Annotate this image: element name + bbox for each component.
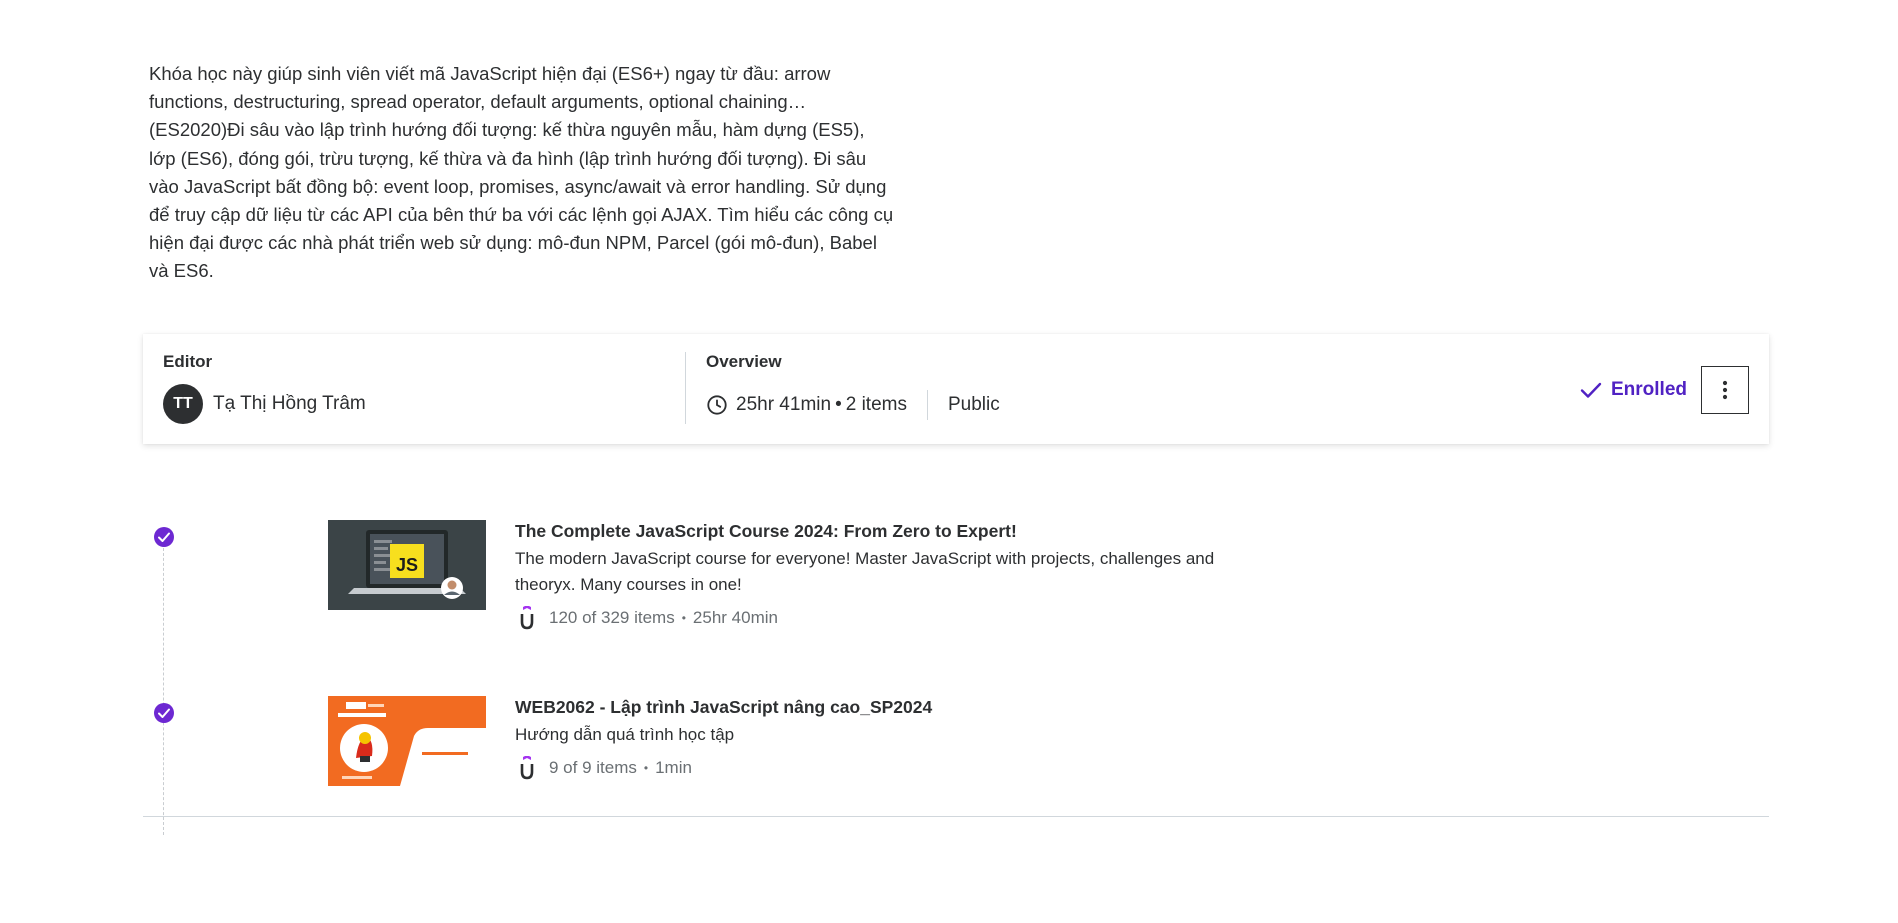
more-vertical-icon	[1722, 380, 1728, 400]
course-duration: 25hr 40min	[692, 608, 778, 627]
course-stats: 120 of 329 items • 25hr 40min	[515, 606, 1275, 630]
enrolled-button[interactable]: Enrolled	[1579, 378, 1687, 402]
course-item[interactable]: WEB2062 - Lập trình JavaScript nâng cao_…	[143, 696, 1769, 816]
course-description: Hướng dẫn quá trình học tập	[515, 725, 735, 744]
visibility-divider	[926, 390, 928, 420]
check-icon	[1580, 382, 1602, 398]
item-count: 2 items	[845, 394, 907, 415]
overview-row: 25hr 41min • 2 items Public	[706, 390, 1000, 420]
js-logo-text: JS	[396, 555, 418, 575]
course-stats: 9 of 9 items • 1min	[515, 756, 1275, 780]
avatar: TT	[163, 384, 203, 424]
clock-icon	[707, 395, 727, 415]
collection-description: Khóa học này giúp sinh viên viết mã Java…	[149, 63, 894, 282]
udemy-u-icon	[520, 606, 534, 630]
collection-meta-card: Editor TT Tạ Thị Hồng Trâm Overview 25hr…	[143, 334, 1769, 444]
editor-row: TT Tạ Thị Hồng Trâm	[163, 384, 366, 424]
editor-section: Editor TT Tạ Thị Hồng Trâm	[163, 352, 366, 424]
meta-divider	[685, 352, 686, 424]
editor-name: Tạ Thị Hồng Trâm	[213, 393, 366, 414]
stat-separator: •	[643, 761, 649, 775]
check-circle-icon	[154, 527, 174, 547]
enrolled-label: Enrolled	[1610, 379, 1687, 400]
laptop-js-thumbnail: JS	[328, 520, 486, 610]
course-duration: 1min	[655, 758, 692, 777]
course-progress: 120 of 329 items	[549, 608, 675, 627]
course-progress: 9 of 9 items	[549, 758, 637, 777]
course-thumbnail[interactable]: JS	[328, 520, 486, 610]
course-thumbnail[interactable]	[328, 696, 486, 786]
total-duration: 25hr 41min	[736, 394, 832, 415]
course-item[interactable]: JS The Complete JavaScript Course 2024: …	[143, 520, 1769, 640]
overview-label: Overview	[706, 352, 782, 371]
page: Khóa học này giúp sinh viên viết mã Java…	[0, 0, 1898, 923]
check-circle-icon	[154, 703, 174, 723]
fpt-polytechnic-thumbnail	[328, 696, 486, 786]
stat-separator: •	[681, 611, 686, 625]
course-title[interactable]: The Complete JavaScript Course 2024: Fro…	[515, 520, 1275, 542]
overview-section: Overview 25hr 41min • 2 items Public	[706, 352, 1000, 420]
udemy-u-icon	[520, 756, 534, 780]
more-options-button[interactable]	[1701, 366, 1749, 414]
course-info: WEB2062 - Lập trình JavaScript nâng cao_…	[515, 696, 1275, 780]
course-description: The modern JavaScript course for everyon…	[515, 549, 1215, 594]
course-info: The Complete JavaScript Course 2024: Fro…	[515, 520, 1275, 630]
list-bottom-divider	[143, 816, 1769, 817]
course-title[interactable]: WEB2062 - Lập trình JavaScript nâng cao_…	[515, 696, 1275, 718]
editor-label: Editor	[163, 352, 213, 371]
dot-separator: •	[835, 394, 842, 415]
visibility-status: Public	[947, 394, 1000, 415]
